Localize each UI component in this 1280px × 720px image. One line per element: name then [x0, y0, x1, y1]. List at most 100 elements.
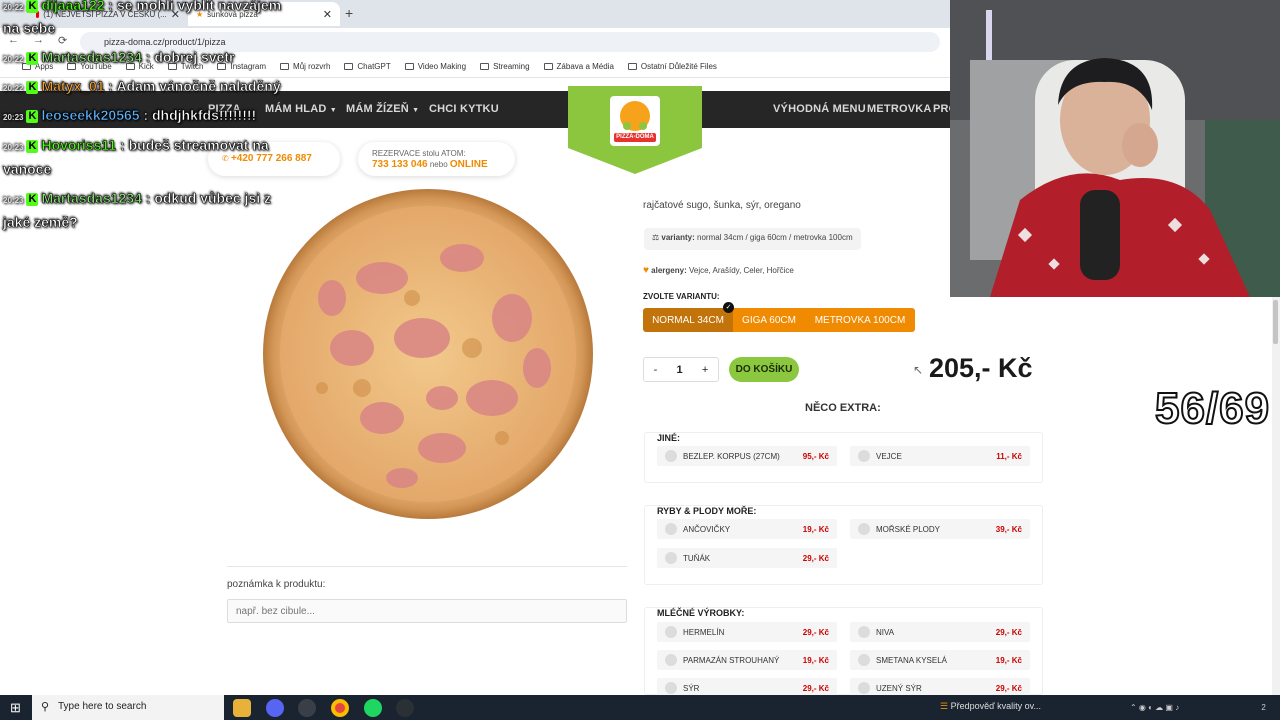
chrome-icon[interactable]: [331, 699, 349, 717]
extra-option[interactable]: VEJCE 11,- Kč: [850, 446, 1030, 466]
nav-chci-kytku[interactable]: CHCI KYTKU: [429, 103, 499, 115]
chat-message: 20:23 Kleoseekk20565 : dhdjhkfds!!!!!!!!: [3, 104, 256, 129]
bookmark-icon: [543, 63, 553, 70]
checkbox-icon[interactable]: [665, 654, 677, 666]
kick-icon: K: [26, 193, 39, 206]
bookmark-item[interactable]: Streaming: [480, 62, 530, 71]
checkbox-icon[interactable]: [858, 682, 870, 694]
weather-widget[interactable]: ☰ Předpověď kvality ov...: [940, 701, 1041, 712]
system-tray[interactable]: ⌃ ◉ ◐ ☁ ▣ ♪ 2: [1130, 703, 1266, 712]
extra-name: TUŇÁK: [683, 553, 711, 563]
bookmark-item[interactable]: Video Making: [404, 62, 466, 71]
page-scrollbar[interactable]: [1272, 297, 1280, 695]
pizza-image: [263, 189, 593, 519]
extra-option[interactable]: MOŘSKÉ PLODY 39,- Kč: [850, 519, 1030, 539]
checkbox-icon[interactable]: [858, 450, 870, 462]
extra-option[interactable]: ANČOVIČKY 19,- Kč: [657, 519, 837, 539]
discord-icon[interactable]: [266, 699, 284, 717]
allergens-label: alergeny:: [651, 266, 687, 275]
bookmark-icon: [344, 63, 354, 70]
variants-label: varianty:: [661, 233, 695, 242]
kick-icon: K: [26, 81, 39, 94]
reservation-or: nebo: [429, 160, 448, 169]
spotify-icon[interactable]: [364, 699, 382, 717]
extra-price: 19,- Kč: [802, 655, 829, 665]
bookmark-item[interactable]: ChatGPT: [344, 62, 391, 71]
chat-text: : dobrej svetr: [141, 49, 235, 66]
bookmark-icon: [480, 63, 490, 70]
qty-minus-button[interactable]: -: [654, 364, 658, 376]
checkbox-icon[interactable]: [858, 523, 870, 535]
obs-icon[interactable]: [298, 699, 316, 717]
extra-option[interactable]: NIVA 29,- Kč: [850, 622, 1030, 642]
allergens-text: Vejce, Arašídy, Celer, Hořčice: [688, 266, 794, 275]
bookmark-item[interactable]: Ostatní Důležité Files: [627, 62, 717, 71]
extra-option[interactable]: PARMAZÁN STROUHANÝ 19,- Kč: [657, 650, 837, 670]
app-icon[interactable]: [396, 699, 414, 717]
weather-text: Předpověď kvality ov...: [950, 701, 1041, 711]
bookmark-item[interactable]: Zábava a Média: [543, 62, 614, 71]
nav-mam-zizen[interactable]: MÁM ŽÍZEŇ ▼: [346, 103, 419, 115]
checkbox-icon[interactable]: [665, 523, 677, 535]
reservation-pill[interactable]: REZERVACE stolu ATOM: 733 133 046 nebo O…: [358, 142, 515, 176]
chat-time: 20:23: [3, 143, 24, 152]
extra-option[interactable]: BEZLEP. KORPUS (27CM) 95,- Kč: [657, 446, 837, 466]
checkbox-icon[interactable]: [665, 450, 677, 462]
mouse-cursor-icon: ↖: [913, 363, 924, 377]
taskbar-search[interactable]: ⚲ Type here to search: [32, 695, 224, 720]
divider: [227, 566, 627, 567]
variant-metrovka-button[interactable]: METROVKA 100CM: [805, 308, 915, 332]
checkbox-icon[interactable]: [858, 654, 870, 666]
extras-group-other: JINÉ: BEZLEP. KORPUS (27CM) 95,- Kč VEJC…: [644, 432, 1043, 483]
selected-check-icon: ✓: [723, 302, 734, 313]
bookmark-label: Streaming: [493, 62, 530, 71]
note-input[interactable]: [227, 599, 627, 623]
bookmark-icon: [627, 63, 637, 70]
extra-option[interactable]: HERMELÍN 29,- Kč: [657, 622, 837, 642]
extra-option[interactable]: SMETANA KYSELÁ 19,- Kč: [850, 650, 1030, 670]
bookmark-item[interactable]: Můj rozvrh: [280, 62, 330, 71]
extra-name: PARMAZÁN STROUHANÝ: [683, 655, 780, 665]
kick-icon: K: [26, 140, 39, 153]
extra-name: ANČOVIČKY: [683, 524, 731, 534]
file-explorer-icon[interactable]: [233, 699, 251, 717]
extra-option[interactable]: TUŇÁK 29,- Kč: [657, 548, 837, 568]
qty-value[interactable]: 1: [677, 364, 683, 376]
qty-plus-button[interactable]: +: [702, 364, 708, 376]
logo-text: PIZZA-DOMA: [616, 134, 654, 140]
chat-message: 20:22 K Matyx_01 : Adam vánočně naladěný: [3, 75, 281, 100]
chat-user: leoseekk20565: [41, 107, 140, 124]
checkbox-icon[interactable]: [665, 552, 677, 564]
note-label: poznámka k produktu:: [227, 579, 326, 590]
scrollbar-thumb[interactable]: [1273, 300, 1278, 344]
checkbox-icon[interactable]: [665, 626, 677, 638]
group-title: RYBY & PLODY MOŘE:: [657, 506, 757, 516]
nav-vyhodna-menu[interactable]: VÝHODNÁ MENU: [773, 103, 866, 115]
add-to-cart-button[interactable]: DO KOŠÍKU: [729, 357, 799, 382]
nav-mam-hlad[interactable]: MÁM HLAD ▼: [265, 103, 337, 115]
bookmark-label: Instagram: [230, 62, 267, 71]
chat-user: dijaaa122: [41, 0, 105, 13]
close-tab-icon[interactable]: ✕: [323, 8, 332, 21]
checkbox-icon[interactable]: [858, 626, 870, 638]
chat-user: Matyx_01: [41, 78, 105, 95]
webcam-video: [950, 0, 1280, 297]
extra-price: 29,- Kč: [802, 683, 829, 693]
product-description: rajčatové sugo, šunka, sýr, oregano: [643, 200, 801, 211]
nav-label: MÁM HLAD: [265, 103, 327, 115]
variant-normal-button[interactable]: NORMAL 34CM: [643, 308, 733, 332]
bookmark-label: Můj rozvrh: [293, 62, 331, 71]
variant-giga-button[interactable]: GIGA 60CM: [733, 308, 805, 332]
search-placeholder: Type here to search: [58, 701, 147, 712]
windows-start-icon[interactable]: ⊞: [10, 700, 21, 716]
chat-message-continued: jaké země?: [3, 211, 78, 234]
extra-name: VEJCE: [876, 451, 902, 461]
pizza-doma-logo[interactable]: PIZZA-DOMA: [610, 96, 660, 146]
new-tab-button[interactable]: +: [345, 5, 353, 21]
extra-price: 29,- Kč: [995, 627, 1022, 637]
nav-metrovka[interactable]: METROVKA: [867, 103, 932, 115]
stream-counter: 56/69: [1154, 383, 1271, 434]
checkbox-icon[interactable]: [665, 682, 677, 694]
extra-name: SÝR: [683, 683, 700, 693]
bookmark-label: Ostatní Důležité Files: [640, 62, 717, 71]
